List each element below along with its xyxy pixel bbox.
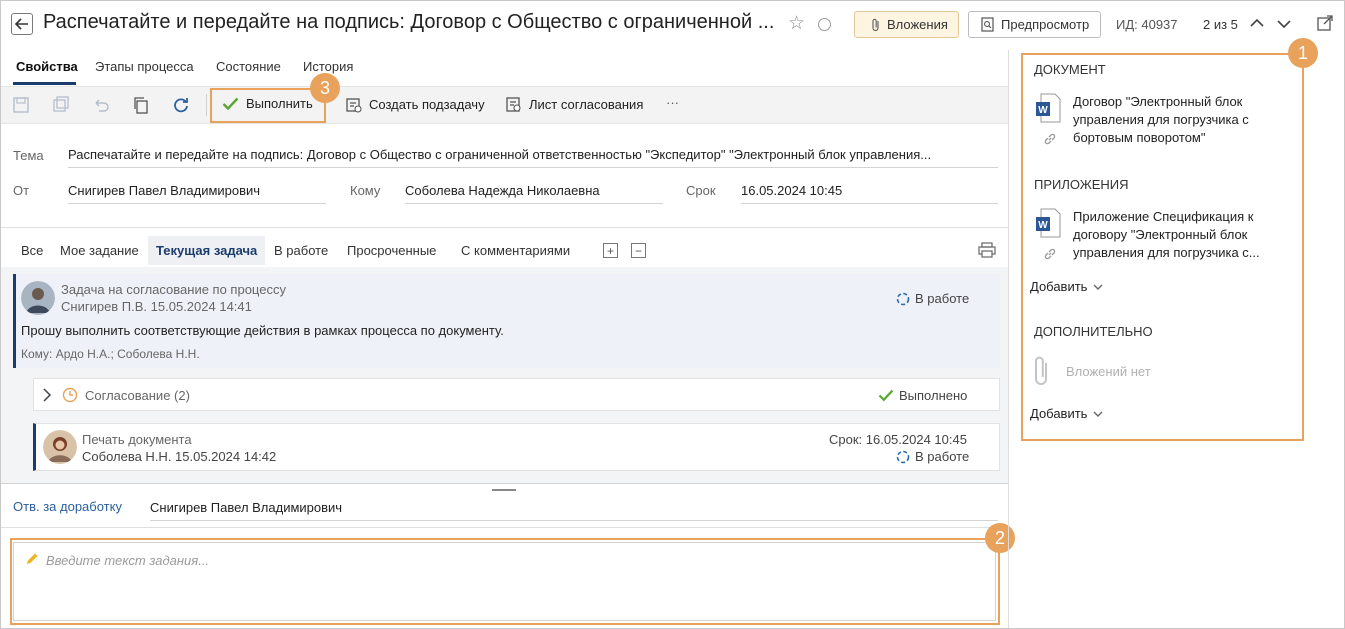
feed-item-title: Задача на согласование по процессу	[61, 282, 286, 297]
callout-highlight-3	[210, 88, 326, 123]
filter-with-comments[interactable]: С комментариями	[461, 243, 570, 258]
subject-label: Тема	[13, 148, 44, 163]
checkmark-icon	[878, 389, 894, 402]
tab-process-stages[interactable]: Этапы процесса	[95, 59, 194, 74]
approval-sheet-button[interactable]: Лист согласования	[505, 96, 643, 113]
resize-grip[interactable]	[492, 489, 516, 491]
feed-item-status: В работе	[896, 291, 969, 306]
open-in-new-window-icon[interactable]	[1317, 15, 1333, 31]
arrow-left-icon	[15, 18, 28, 30]
due-field[interactable]: 16.05.2024 10:45	[741, 183, 998, 204]
avatar-snigirev	[21, 281, 55, 315]
print-icon[interactable]	[978, 242, 996, 258]
filter-my-task[interactable]: Мое задание	[60, 243, 139, 258]
undo-icon[interactable]	[92, 96, 110, 114]
to-field[interactable]: Соболева Надежда Николаевна	[405, 183, 663, 204]
status-text: В работе	[915, 449, 970, 464]
print-task-due: Срок: 16.05.2024 10:45	[829, 432, 967, 447]
subject-field[interactable]: Распечатайте и передайте на подпись: Дог…	[68, 147, 998, 168]
due-label: Срок	[686, 183, 716, 198]
splitter	[1, 483, 1008, 484]
document-id: ИД: 40937	[1116, 17, 1178, 32]
chevron-down-icon[interactable]	[1276, 13, 1292, 33]
tab-history[interactable]: История	[303, 59, 353, 74]
attachments-button[interactable]: Вложения	[854, 11, 959, 38]
callout-badge-2: 2	[985, 523, 1015, 553]
preview-icon	[981, 17, 994, 32]
callout-highlight-1	[1021, 53, 1304, 441]
print-task-title: Печать документа	[82, 432, 192, 447]
status-text: В работе	[915, 291, 970, 306]
page-title: Распечатайте и передайте на подпись: Дог…	[43, 11, 775, 33]
filter-in-progress[interactable]: В работе	[274, 243, 328, 258]
chevron-right-icon[interactable]	[42, 388, 52, 402]
feed-item-author-date: Снигирев П.В. 15.05.2024 14:41	[61, 299, 252, 314]
status-circle-icon	[818, 18, 831, 31]
in-progress-icon	[896, 450, 910, 463]
active-tab-indicator	[13, 82, 76, 85]
pager-position: 2 из 5	[1203, 17, 1238, 32]
clock-icon	[62, 387, 78, 403]
status-text: Выполнено	[899, 388, 968, 403]
paperclip-icon	[872, 18, 879, 31]
tab-properties[interactable]: Свойства	[16, 59, 78, 74]
rework-responsible-field[interactable]: Снигирев Павел Владимирович	[150, 500, 998, 521]
rework-responsible-link[interactable]: Отв. за доработку	[13, 499, 122, 514]
approval-sheet-icon	[506, 97, 521, 112]
callout-highlight-2	[10, 538, 1000, 625]
feed-item-message: Прошу выполнить соответствующие действия…	[21, 323, 504, 338]
toolbar-separator	[206, 94, 207, 116]
section-divider	[1, 227, 1008, 228]
right-panel-divider	[1008, 50, 1009, 628]
save-and-close-icon[interactable]	[52, 96, 70, 114]
filter-overdue[interactable]: Просроченные	[347, 243, 436, 258]
callout-badge-3: 3	[310, 73, 340, 103]
back-button[interactable]	[11, 13, 33, 35]
print-task-author-date: Соболева Н.Н. 15.05.2024 14:42	[82, 449, 277, 464]
chevron-up-icon[interactable]	[1249, 13, 1265, 33]
filter-current-task[interactable]: Текущая задача	[148, 236, 266, 265]
create-subtask-label: Создать подзадачу	[369, 97, 485, 112]
approval-sheet-label: Лист согласования	[529, 97, 644, 112]
approval-group-title: Согласование (2)	[85, 388, 190, 403]
create-subtask-button[interactable]: Создать подзадачу	[345, 96, 485, 113]
approval-group-status: Выполнено	[878, 388, 967, 403]
star-icon[interactable]: ☆	[788, 14, 805, 33]
avatar-soboleva	[43, 430, 77, 464]
to-label: Кому	[350, 183, 381, 198]
in-progress-icon	[896, 292, 910, 305]
attachments-label: Вложения	[887, 17, 948, 32]
preview-button[interactable]: Предпросмотр	[968, 11, 1101, 38]
subtask-icon	[346, 98, 362, 113]
more-actions-button[interactable]: ···	[666, 95, 679, 110]
feed-item-recipients: Кому: Ардо Н.А.; Соболева Н.Н.	[21, 347, 200, 361]
filter-all[interactable]: Все	[21, 243, 43, 258]
save-icon[interactable]	[12, 96, 30, 114]
tab-state[interactable]: Состояние	[216, 59, 281, 74]
section-divider-2	[1, 527, 1008, 528]
from-field[interactable]: Снигирев Павел Владимирович	[68, 183, 326, 204]
print-task-status: В работе	[896, 449, 969, 464]
expand-all-icon[interactable]: +	[603, 243, 618, 258]
collapse-all-icon[interactable]: −	[631, 243, 646, 258]
callout-badge-1: 1	[1288, 38, 1318, 68]
copy-icon[interactable]	[132, 96, 150, 114]
from-label: От	[13, 183, 30, 198]
preview-label: Предпросмотр	[1001, 17, 1090, 32]
refresh-icon[interactable]	[172, 96, 190, 114]
